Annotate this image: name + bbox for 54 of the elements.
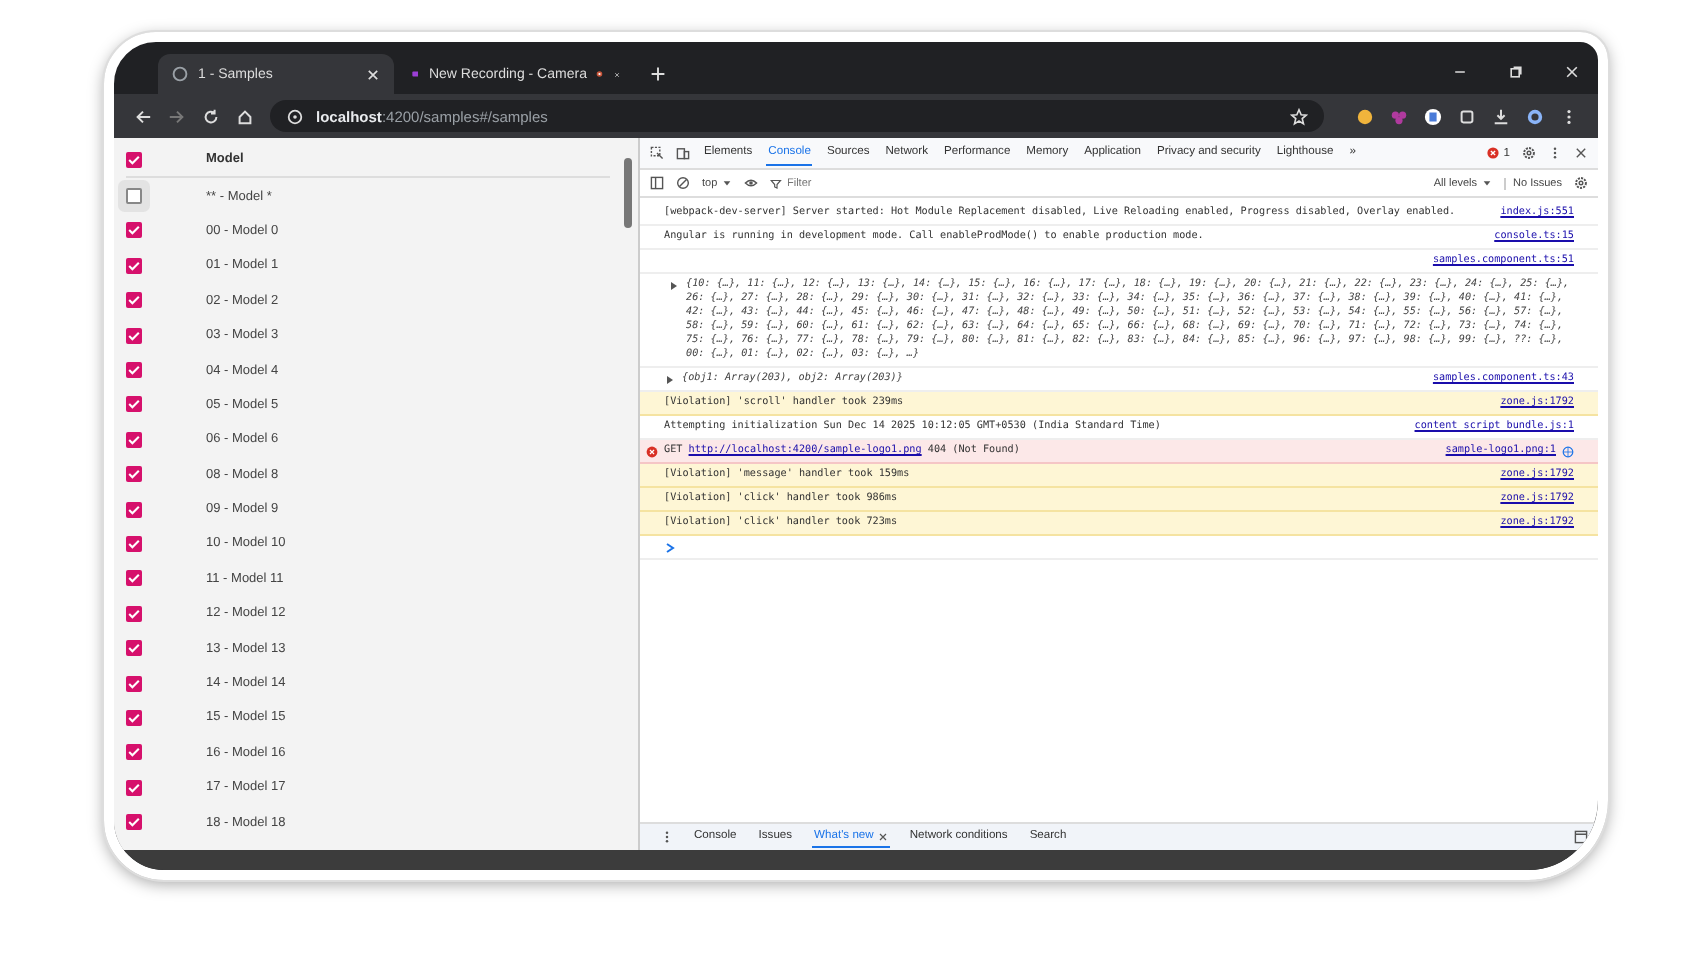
star-icon[interactable] <box>1290 107 1308 125</box>
scrollbar[interactable] <box>624 158 632 228</box>
caret-icon <box>721 177 732 188</box>
checkbox[interactable] <box>126 151 142 168</box>
checkbox[interactable] <box>126 292 142 309</box>
forward-icon[interactable] <box>168 107 186 125</box>
checkbox[interactable] <box>126 814 142 831</box>
checkbox[interactable] <box>126 605 142 622</box>
new-tab-icon[interactable] <box>650 66 666 82</box>
caret-icon <box>1481 177 1492 188</box>
error-icon <box>1485 146 1500 160</box>
checkbox[interactable] <box>126 709 142 726</box>
checkbox[interactable] <box>126 466 142 483</box>
error-icon <box>646 445 658 457</box>
checkbox[interactable] <box>126 779 142 796</box>
checkbox[interactable] <box>126 362 142 379</box>
more-icon[interactable] <box>1548 146 1562 160</box>
checkbox[interactable] <box>126 396 142 413</box>
checkbox[interactable] <box>126 675 142 692</box>
video-icon <box>412 66 419 82</box>
extension-icon[interactable] <box>1356 107 1374 125</box>
prompt-icon[interactable] <box>664 541 676 553</box>
extension-icon[interactable] <box>1424 107 1442 125</box>
record-icon <box>596 66 604 82</box>
checkbox[interactable] <box>126 570 142 587</box>
eye-icon[interactable] <box>743 176 758 190</box>
clear-icon[interactable] <box>676 176 690 190</box>
close-icon[interactable] <box>1574 146 1588 160</box>
reload-icon[interactable] <box>202 107 220 125</box>
home-icon[interactable] <box>236 107 254 125</box>
checkbox[interactable] <box>126 535 142 552</box>
checkbox[interactable] <box>126 431 142 448</box>
back-icon[interactable] <box>134 107 152 125</box>
checkbox[interactable] <box>126 744 142 761</box>
checkbox[interactable] <box>126 222 142 239</box>
settings-icon[interactable] <box>1522 146 1536 160</box>
expand-arrow-icon[interactable] <box>664 373 676 385</box>
filter-icon <box>769 177 781 189</box>
network-icon[interactable] <box>1562 445 1574 457</box>
dock-icon[interactable] <box>1574 830 1588 844</box>
checkbox[interactable] <box>126 501 142 518</box>
close-icon[interactable] <box>877 831 888 841</box>
sidebar-icon[interactable] <box>650 176 664 190</box>
site-info-icon[interactable] <box>286 107 304 125</box>
device-icon[interactable] <box>676 146 690 160</box>
more-icon[interactable] <box>660 830 674 844</box>
settings-icon[interactable] <box>1574 176 1588 190</box>
checkbox[interactable] <box>126 327 142 344</box>
checkbox[interactable] <box>126 640 142 657</box>
download-icon[interactable] <box>1492 107 1510 125</box>
inspect-icon[interactable] <box>650 146 664 160</box>
checkbox[interactable] <box>126 257 142 274</box>
restore-icon[interactable] <box>1508 64 1524 80</box>
expand-arrow-icon[interactable] <box>668 279 680 291</box>
